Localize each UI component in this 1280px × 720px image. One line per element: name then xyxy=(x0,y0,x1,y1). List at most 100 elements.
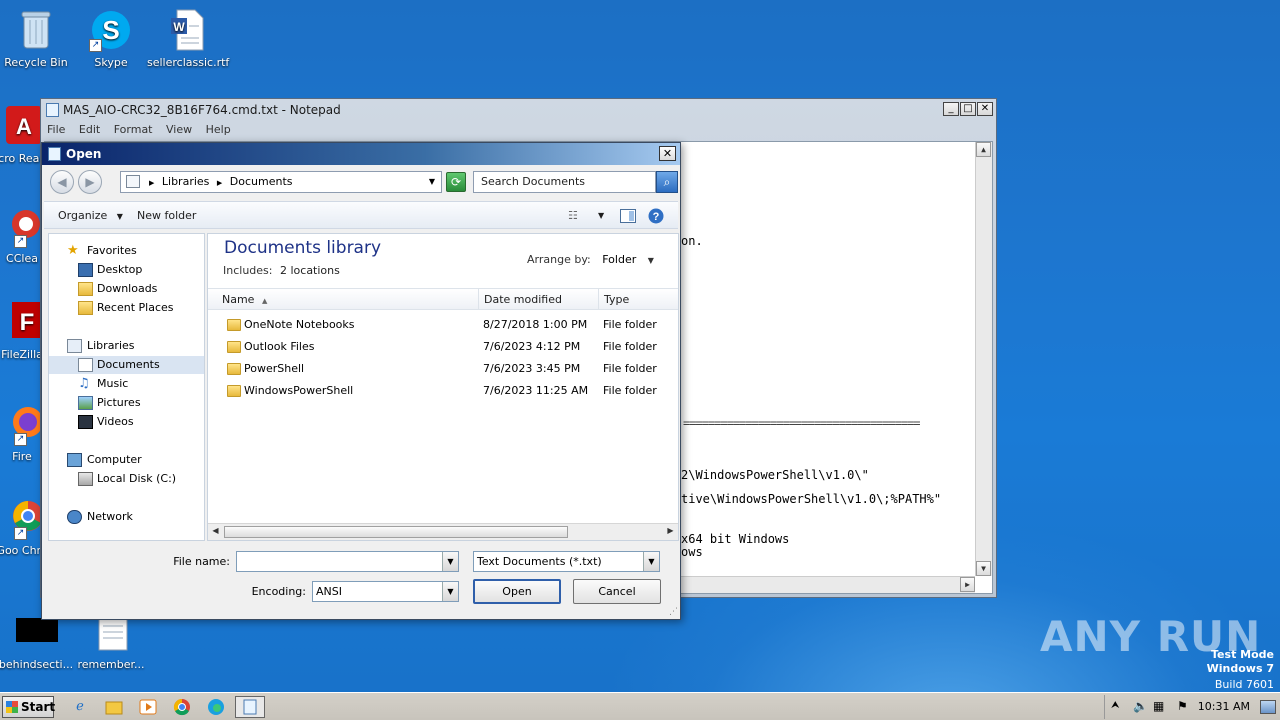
scrollbar-thumb[interactable] xyxy=(224,526,568,538)
scroll-left-arrow-icon[interactable]: ◀ xyxy=(208,524,223,539)
file-explorer-icon[interactable] xyxy=(103,697,125,717)
recycle-bin-icon xyxy=(14,8,58,52)
scroll-right-arrow-icon[interactable]: ▶ xyxy=(960,577,975,592)
view-options-icon[interactable]: ☷ xyxy=(568,202,578,230)
nav-documents[interactable]: Documents xyxy=(49,356,204,374)
refresh-button[interactable]: ⟳ xyxy=(446,172,466,192)
nav-label: Downloads xyxy=(97,282,158,295)
nav-videos[interactable]: Videos xyxy=(49,413,204,431)
clock[interactable]: 10:31 AM xyxy=(1198,695,1250,719)
new-folder-button[interactable]: New folder xyxy=(137,202,196,230)
test-mode-label: Test Mode xyxy=(1211,648,1274,661)
desktop-icon-skype[interactable]: S ↗ Skype xyxy=(71,8,151,69)
pictures-icon xyxy=(78,396,93,410)
network-tray-icon[interactable]: ▦ xyxy=(1153,699,1164,713)
library-includes: Includes: 2 locations xyxy=(223,264,340,277)
encoding-value: ANSI xyxy=(316,585,342,598)
nav-network[interactable]: Network xyxy=(49,508,204,526)
file-name-input[interactable]: ▼ xyxy=(236,551,459,572)
chevron-down-icon[interactable]: ▼ xyxy=(643,552,659,571)
preview-pane-icon[interactable] xyxy=(620,202,636,230)
nav-pictures[interactable]: Pictures xyxy=(49,394,204,412)
skype-icon: S ↗ xyxy=(89,8,133,52)
breadcrumb-documents[interactable]: Documents xyxy=(230,175,293,188)
encoding-label: Encoding: xyxy=(251,585,306,598)
column-header-type[interactable]: Type xyxy=(598,289,678,310)
volume-icon[interactable]: 🔈 xyxy=(1133,699,1148,713)
close-button[interactable]: ✕ xyxy=(977,102,993,116)
breadcrumb-libraries[interactable]: Libraries xyxy=(162,175,210,188)
arrange-dropdown[interactable]: Folder xyxy=(602,253,636,266)
resize-grip-icon[interactable]: ⋰ xyxy=(669,607,678,617)
nav-computer[interactable]: Computer xyxy=(49,451,204,469)
scroll-down-arrow-icon[interactable]: ▼ xyxy=(976,561,991,576)
open-button[interactable]: Open xyxy=(473,579,561,604)
notepad-vertical-scrollbar[interactable]: ▲ ▼ xyxy=(975,142,992,576)
help-icon[interactable]: ? xyxy=(648,202,664,230)
notepad-titlebar[interactable]: MAS_AIO-CRC32_8B16F764.cmd.txt - Notepad… xyxy=(41,99,996,121)
dialog-titlebar[interactable]: Open ✕ xyxy=(42,143,680,165)
nav-local-disk[interactable]: Local Disk (C:) xyxy=(49,470,204,488)
action-center-flag-icon[interactable]: ⚑ xyxy=(1177,699,1188,713)
cancel-button[interactable]: Cancel xyxy=(573,579,661,604)
desktop-icon-recycle-bin[interactable]: Recycle Bin xyxy=(0,8,76,69)
chrome-icon[interactable] xyxy=(171,697,193,717)
minimize-button[interactable]: _ xyxy=(943,102,959,116)
edge-icon[interactable] xyxy=(205,697,227,717)
internet-explorer-icon[interactable]: ℯ xyxy=(69,697,91,717)
menu-help[interactable]: Help xyxy=(206,123,231,136)
desktop-icon-label: Recycle Bin xyxy=(4,56,68,69)
media-player-icon[interactable] xyxy=(137,697,159,717)
nav-downloads[interactable]: Downloads xyxy=(49,280,204,298)
file-row[interactable]: OneNote Notebooks 8/27/2018 1:00 PM File… xyxy=(208,314,678,336)
nav-music[interactable]: ♫ Music xyxy=(49,375,204,393)
show-desktop-button[interactable] xyxy=(1260,700,1276,714)
open-dialog[interactable]: Open ✕ ◀ ▶ ▶ Libraries ▶ Documents ▼ ⟳ S… xyxy=(41,142,681,620)
search-input[interactable]: Search Documents xyxy=(473,171,656,193)
file-type-filter[interactable]: Text Documents (*.txt) ▼ xyxy=(473,551,660,572)
dialog-toolbar: Organize ▼ New folder ☷ ▼ ? xyxy=(44,201,678,229)
scroll-right-arrow-icon[interactable]: ▶ xyxy=(663,524,678,539)
build-label: Build 7601 xyxy=(1214,678,1274,691)
file-type: File folder xyxy=(603,340,657,353)
nav-libraries[interactable]: Libraries xyxy=(49,337,204,355)
taskbar-notepad-button[interactable] xyxy=(235,696,265,718)
maximize-button[interactable]: □ xyxy=(960,102,976,116)
menu-edit[interactable]: Edit xyxy=(79,123,100,136)
includes-link[interactable]: 2 locations xyxy=(280,264,340,277)
start-button[interactable]: Start xyxy=(2,696,55,718)
nav-label: Desktop xyxy=(97,263,143,276)
menu-format[interactable]: Format xyxy=(114,123,153,136)
column-header-date[interactable]: Date modified xyxy=(478,289,599,310)
search-icon[interactable]: ⌕ xyxy=(656,171,678,193)
chevron-down-icon[interactable]: ▼ xyxy=(442,552,458,571)
file-list-horizontal-scrollbar[interactable]: ◀ ▶ xyxy=(208,523,678,540)
menu-file[interactable]: File xyxy=(47,123,65,136)
address-dropdown-icon[interactable]: ▼ xyxy=(429,172,435,192)
address-bar-row: ◀ ▶ ▶ Libraries ▶ Documents ▼ ⟳ Search D… xyxy=(48,169,678,195)
includes-label: Includes: xyxy=(223,264,273,277)
desktop-icon-sellerclassic[interactable]: W sellerclassic.rtf xyxy=(147,8,229,69)
folder-icon xyxy=(227,363,241,375)
back-button[interactable]: ◀ xyxy=(50,170,74,194)
nav-desktop[interactable]: Desktop xyxy=(49,261,204,279)
organize-button[interactable]: Organize ▼ xyxy=(58,202,123,231)
dialog-title: Open xyxy=(66,147,102,161)
chevron-down-icon[interactable]: ▼ xyxy=(442,582,458,601)
file-row[interactable]: Outlook Files 7/6/2023 4:12 PM File fold… xyxy=(208,336,678,358)
scroll-up-arrow-icon[interactable]: ▲ xyxy=(976,142,991,157)
show-hidden-icons-icon[interactable]: ⮝ xyxy=(1111,700,1120,711)
file-date: 7/6/2023 3:45 PM xyxy=(483,362,581,375)
nav-recent-places[interactable]: Recent Places xyxy=(49,299,204,317)
file-row[interactable]: PowerShell 7/6/2023 3:45 PM File folder xyxy=(208,358,678,380)
file-row[interactable]: WindowsPowerShell 7/6/2023 11:25 AM File… xyxy=(208,380,678,402)
address-bar[interactable]: ▶ Libraries ▶ Documents ▼ xyxy=(120,171,442,193)
nav-favorites[interactable]: ★ Favorites xyxy=(49,242,204,260)
dialog-close-button[interactable]: ✕ xyxy=(659,146,676,161)
view-dropdown-icon[interactable]: ▼ xyxy=(598,202,604,230)
encoding-select[interactable]: ANSI ▼ xyxy=(312,581,459,602)
column-header-name[interactable]: Name ▲ xyxy=(216,289,479,310)
forward-button[interactable]: ▶ xyxy=(78,170,102,194)
menu-view[interactable]: View xyxy=(166,123,192,136)
chevron-down-icon[interactable]: ▼ xyxy=(648,256,654,265)
